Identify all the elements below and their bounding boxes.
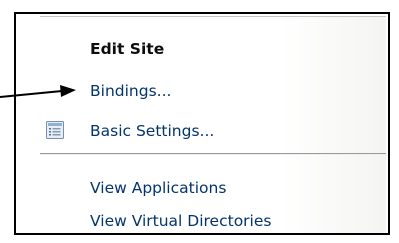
callout-arrow-icon — [0, 85, 76, 98]
